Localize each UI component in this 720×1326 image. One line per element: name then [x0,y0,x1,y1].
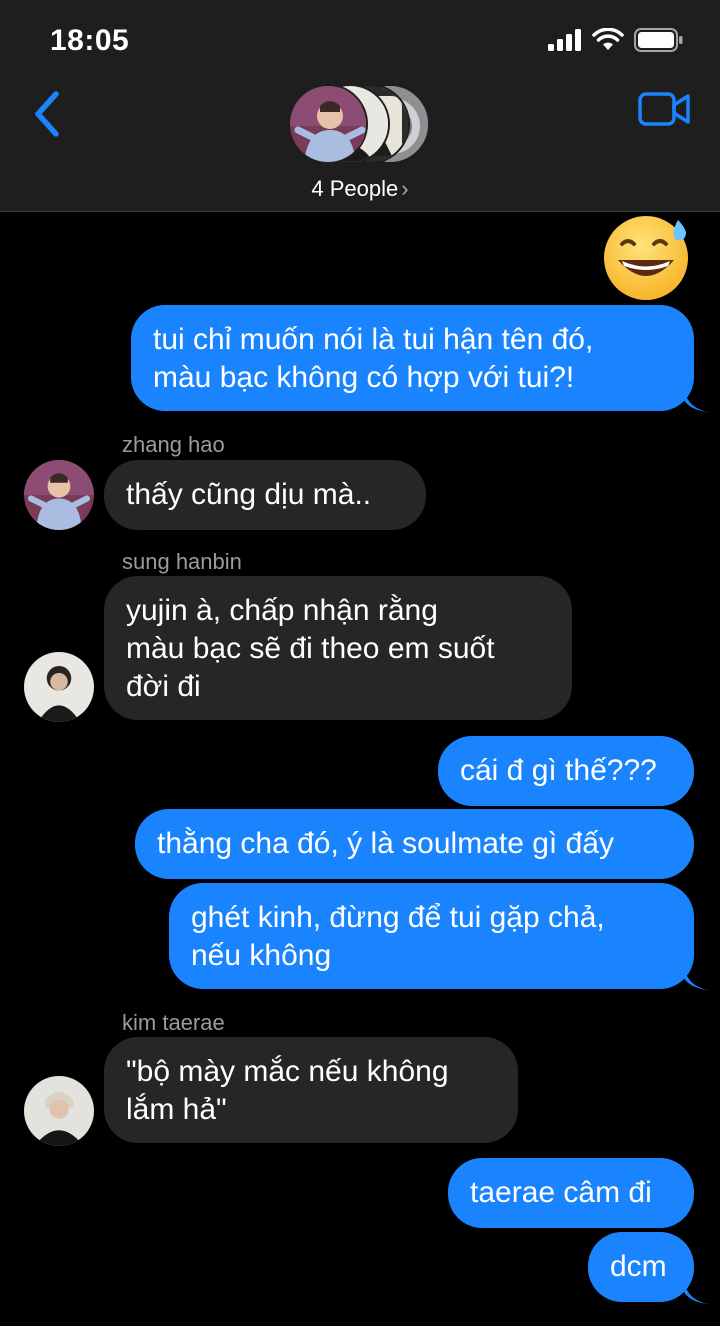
group-avatars[interactable] [288,84,438,166]
message-line: đời đi [126,670,201,703]
sent-message[interactable]: tui chỉ muốn nói là tui hận tên đó, màu … [131,305,694,411]
bubble-tail [684,968,708,990]
message-line: tui chỉ muốn nói là tui hận tên đó, [153,323,594,356]
sender-name: zhang hao [122,432,225,457]
message-line: màu bạc không có hợp với tui?! [153,361,575,394]
avatar-member-1 [288,84,368,164]
message-line: yujin à, chấp nhận rằng [126,594,438,627]
avatar-kim-taerae[interactable] [24,1076,94,1146]
chevron-right-icon: › [401,176,409,201]
sender-name: kim taerae [122,1010,225,1035]
message-line: lắm hả" [126,1093,227,1126]
received-message[interactable]: yujin à, chấp nhận rằng màu bạc sẽ đi th… [104,576,572,720]
avatar-sung-hanbin[interactable] [24,652,94,722]
message-line: nếu không [191,939,332,972]
message-line: màu bạc sẽ đi theo em suốt [126,632,495,665]
status-time: 18:05 [50,24,130,57]
sender-name: sung hanbin [122,549,242,574]
signal-icon [548,29,581,51]
avatar-zhang-hao[interactable] [24,460,94,530]
back-chevron-icon[interactable] [28,86,68,142]
sweat-smile-emoji [604,216,688,300]
sent-message[interactable]: taerae câm đi [448,1158,694,1228]
received-message[interactable]: "bộ mày mắc nếu không lắm hả" [104,1037,518,1143]
bubble-tail [684,1282,708,1304]
received-message[interactable]: thấy cũng dịu mà.. [104,460,426,530]
wifi-icon [592,28,624,50]
message-line: "bộ mày mắc nếu không [126,1055,449,1088]
sent-message[interactable]: cái đ gì thế??? [438,736,694,806]
sent-message[interactable]: ghét kinh, đừng để tui gặp chả, nếu khôn… [169,883,694,989]
video-camera-icon[interactable] [638,90,690,128]
chat-header: 18:05 4 People › [0,0,720,212]
group-info-link[interactable]: 4 People › [0,176,720,202]
group-label: 4 People [311,176,399,201]
status-icons [548,28,684,52]
sent-message[interactable]: dcm [588,1232,694,1302]
battery-icon [634,28,683,52]
sent-message[interactable]: thằng cha đó, ý là soulmate gì đấy [135,809,694,879]
bubble-tail [684,390,708,412]
message-line: ghét kinh, đừng để tui gặp chả, [191,901,605,934]
